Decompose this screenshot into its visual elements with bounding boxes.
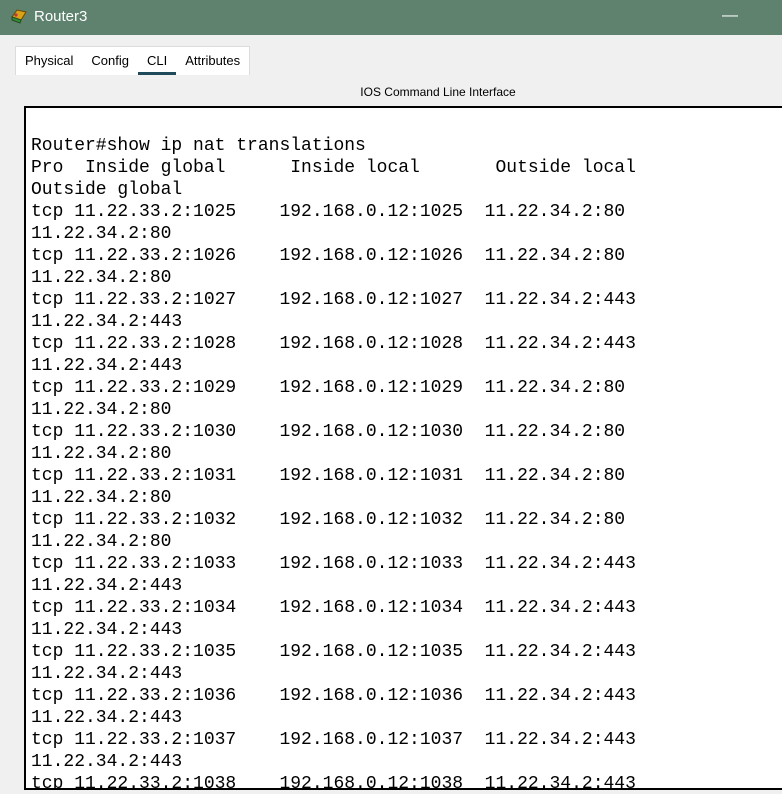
terminal-line: Outside global	[31, 180, 183, 200]
terminal-line: 11.22.34.2:80	[31, 400, 172, 420]
minimize-button[interactable]: —	[720, 0, 740, 35]
terminal-line: tcp 11.22.33.2:1032 192.168.0.12:1032 11…	[31, 510, 626, 530]
terminal-line: 11.22.34.2:443	[31, 664, 183, 684]
tab-attributes[interactable]: Attributes	[176, 47, 249, 75]
panel-title: IOS Command Line Interface	[360, 85, 516, 99]
window-titlebar[interactable]: Router3 —	[0, 0, 782, 35]
terminal-line: tcp 11.22.33.2:1033 192.168.0.12:1033 11…	[31, 554, 636, 574]
terminal-line: 11.22.34.2:443	[31, 708, 183, 728]
terminal-line: 11.22.34.2:443	[31, 312, 183, 332]
terminal-line: 11.22.34.2:443	[31, 356, 183, 376]
terminal-line: 11.22.34.2:80	[31, 268, 172, 288]
terminal-output: Router#show ip nat translations Pro Insid…	[31, 135, 636, 790]
terminal-line: 11.22.34.2:80	[31, 488, 172, 508]
terminal-line: 11.22.34.2:443	[31, 620, 183, 640]
terminal-line: tcp 11.22.33.2:1027 192.168.0.12:1027 11…	[31, 290, 636, 310]
tab-physical[interactable]: Physical	[16, 47, 82, 75]
terminal-line: tcp 11.22.33.2:1026 192.168.0.12:1026 11…	[31, 246, 626, 266]
terminal-line: tcp 11.22.33.2:1025 192.168.0.12:1025 11…	[31, 202, 626, 222]
tab-cli[interactable]: CLI	[138, 47, 177, 75]
terminal-line: 11.22.34.2:443	[31, 752, 183, 772]
tab-config[interactable]: Config	[82, 47, 138, 75]
window-title: Router3	[34, 8, 88, 25]
tab-bar: Physical Config CLI Attributes	[15, 46, 251, 75]
terminal-line: 11.22.34.2:80	[31, 532, 172, 552]
cli-terminal[interactable]: Router#show ip nat translations Pro Insid…	[24, 106, 782, 790]
router-app-icon	[10, 7, 28, 25]
terminal-line: tcp 11.22.33.2:1034 192.168.0.12:1034 11…	[31, 598, 636, 618]
terminal-line: tcp 11.22.33.2:1028 192.168.0.12:1028 11…	[31, 334, 636, 354]
terminal-line: tcp 11.22.33.2:1036 192.168.0.12:1036 11…	[31, 686, 636, 706]
terminal-line: tcp 11.22.33.2:1038 192.168.0.12:1038 11…	[31, 774, 636, 790]
terminal-line: Pro Inside global Inside local Outside l…	[31, 158, 636, 178]
terminal-line: 11.22.34.2:80	[31, 444, 172, 464]
terminal-line: Router#show ip nat translations	[31, 136, 366, 156]
terminal-line: 11.22.34.2:80	[31, 224, 172, 244]
terminal-line: tcp 11.22.33.2:1029 192.168.0.12:1029 11…	[31, 378, 626, 398]
terminal-line: 11.22.34.2:443	[31, 576, 183, 596]
terminal-line: tcp 11.22.33.2:1031 192.168.0.12:1031 11…	[31, 466, 626, 486]
terminal-line: tcp 11.22.33.2:1030 192.168.0.12:1030 11…	[31, 422, 626, 442]
terminal-line: tcp 11.22.33.2:1037 192.168.0.12:1037 11…	[31, 730, 636, 750]
terminal-line: tcp 11.22.33.2:1035 192.168.0.12:1035 11…	[31, 642, 636, 662]
